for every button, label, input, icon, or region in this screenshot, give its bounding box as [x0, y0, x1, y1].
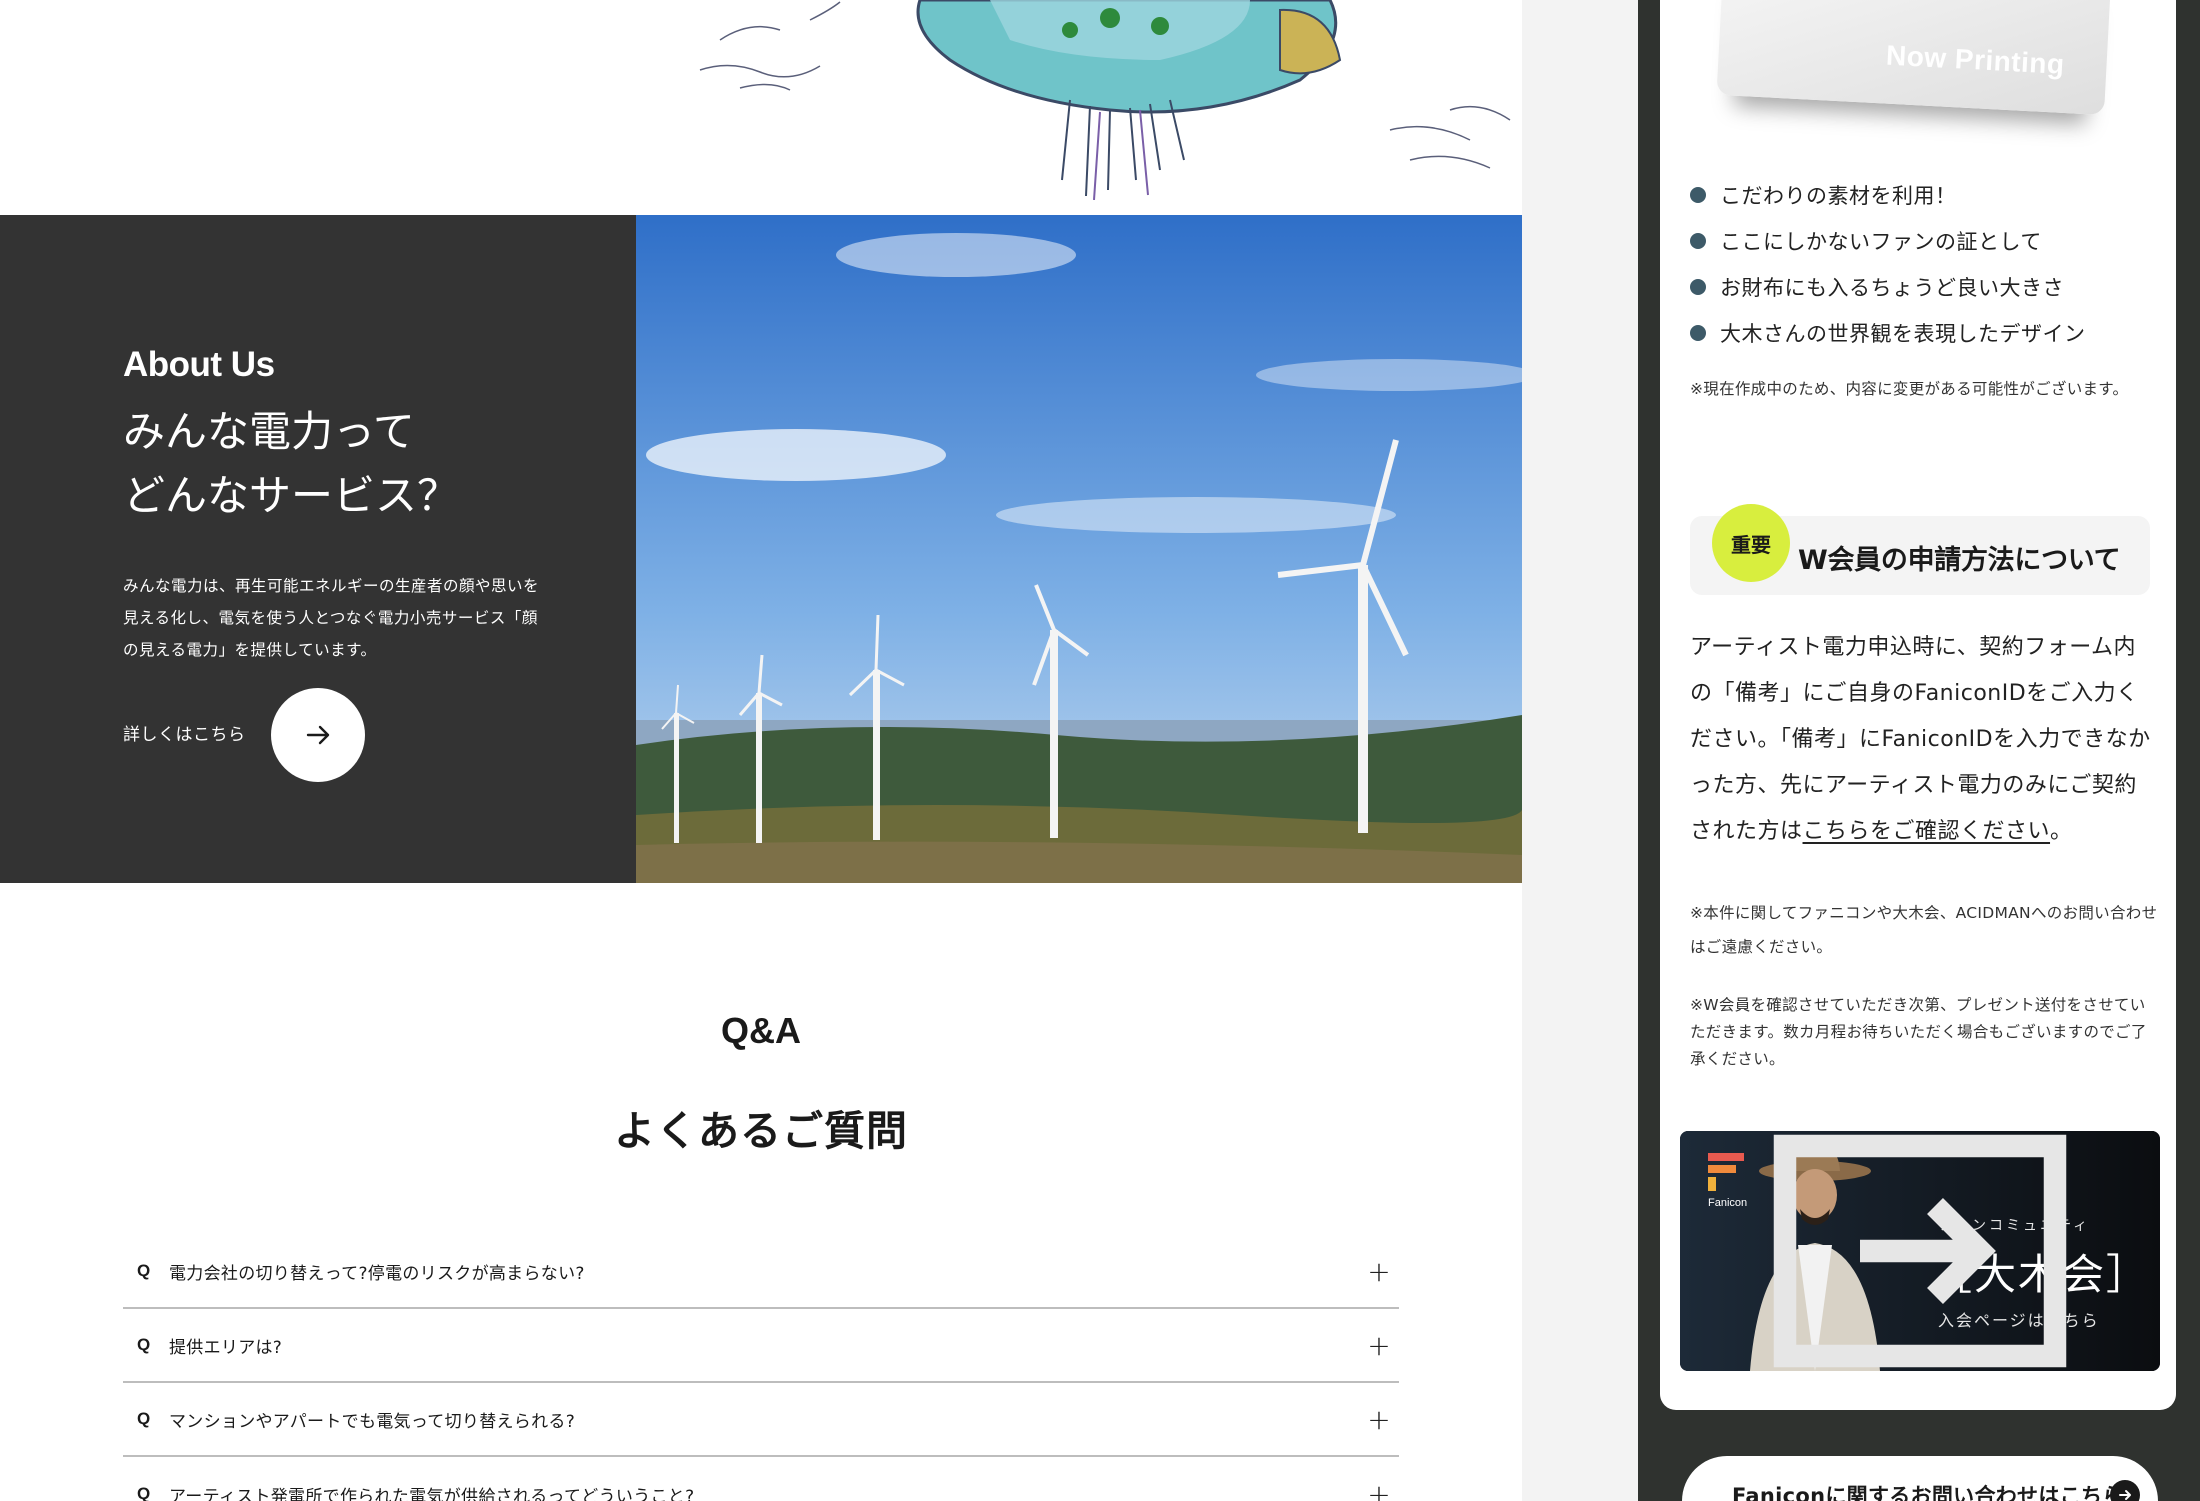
- about-title-line1: みんな電力って: [123, 407, 415, 456]
- member-card-placeholder: Now Printing: [1716, 0, 2112, 116]
- apply-instructions: アーティスト電力申込時に、契約フォーム内の「備考」にご自身のFaniconIDを…: [1690, 625, 2155, 855]
- main-content: About Us みんな電力って どんなサービス？ みんな電力は、再生可能エネル…: [0, 0, 1522, 1501]
- qa-item[interactable]: Q アーティスト発電所で作られた電気が供給されるってどういうこと? +: [123, 1457, 1399, 1501]
- external-link-icon: [1773, 1134, 2067, 1368]
- feature-item: 大木さんの世界観を表現したデザイン: [1690, 310, 2086, 356]
- about-title-line2: どんなサービス？: [123, 471, 460, 520]
- note-in-progress: ※現在作成中のため、内容に変更がある可能性がございます。: [1690, 380, 2129, 398]
- qa-question: 電力会社の切り替えって?停電のリスクが高まらない?: [169, 1263, 585, 1284]
- apply-end: 。: [2050, 819, 2073, 844]
- sidebar: Now Printing こだわりの素材を利用！ ここにしかないファンの証として…: [1638, 0, 2200, 1501]
- qa-question: アーティスト発電所で作られた電気が供給されるってどういうこと?: [169, 1486, 695, 1501]
- qa-item[interactable]: Q 提供エリアは? +: [123, 1309, 1399, 1383]
- important-heading: 重要 W会員の申請方法について: [1690, 504, 2150, 595]
- note-present: ※W会員を確認させていただき次第、プレゼント送付をさせていただきます。数カ月程お…: [1690, 996, 2147, 1068]
- about-description: みんな電力は、再生可能エネルギーの生産者の顔や思いを見える化し、電気を使う人とつ…: [123, 577, 540, 659]
- feature-text: お財布にも入るちょうど良い大きさ: [1720, 276, 2064, 300]
- feature-text: 大木さんの世界観を表現したデザイン: [1720, 322, 2086, 346]
- column-gap: [1522, 0, 1638, 1501]
- qa-q-mark: Q: [137, 1261, 151, 1280]
- confirm-link[interactable]: こちらをご確認ください: [1803, 819, 2051, 844]
- about-text-panel: About Us みんな電力って どんなサービス？ みんな電力は、再生可能エネル…: [0, 215, 636, 883]
- feature-item: こだわりの素材を利用！: [1690, 172, 2086, 218]
- bullet-icon: [1690, 233, 1706, 249]
- bullet-icon: [1690, 325, 1706, 341]
- qa-q-mark: Q: [137, 1484, 151, 1501]
- contact-label: Faniconに関するお問い合わせはこちら: [1732, 1484, 2124, 1501]
- about-section: About Us みんな電力って どんなサービス？ みんな電力は、再生可能エネル…: [0, 215, 1522, 883]
- sidebar-card: Now Printing こだわりの素材を利用！ ここにしかないファンの証として…: [1660, 0, 2176, 1410]
- bullet-icon: [1690, 187, 1706, 203]
- feature-item: お財布にも入るちょうど良い大きさ: [1690, 264, 2086, 310]
- about-more-button[interactable]: [271, 688, 365, 782]
- qa-item[interactable]: Q 電力会社の切り替えって?停電のリスクが高まらない? +: [123, 1235, 1399, 1309]
- bullet-icon: [1690, 279, 1706, 295]
- floating-island-illustration: [690, 0, 1522, 200]
- important-badge: 重要: [1712, 504, 1790, 582]
- feature-text: ここにしかないファンの証として: [1720, 230, 2042, 254]
- now-printing-label: Now Printing: [1885, 39, 2066, 80]
- important-title: W会員の申請方法について: [1798, 545, 2121, 576]
- qa-title: よくあるご質問: [614, 1107, 908, 1155]
- qa-question: マンションやアパートでも電気って切り替えられる?: [169, 1411, 576, 1432]
- plus-icon[interactable]: +: [1359, 1478, 1399, 1501]
- plus-icon[interactable]: +: [1359, 1329, 1399, 1362]
- qa-question: 提供エリアは?: [169, 1337, 283, 1358]
- qa-item[interactable]: Q マンションやアパートでも電気って切り替えられる? +: [123, 1383, 1399, 1457]
- apply-text: アーティスト電力申込時に、契約フォーム内の「備考」にご自身のFaniconIDを…: [1690, 635, 2151, 844]
- qa-q-mark: Q: [137, 1409, 151, 1428]
- plus-icon[interactable]: +: [1359, 1255, 1399, 1288]
- plus-icon[interactable]: +: [1359, 1403, 1399, 1436]
- feature-list: こだわりの素材を利用！ ここにしかないファンの証として お財布にも入るちょうど良…: [1690, 172, 2086, 356]
- qa-list: Q 電力会社の切り替えって?停電のリスクが高まらない? + Q 提供エリアは? …: [123, 1235, 1399, 1501]
- note-inquiry: ※本件に関してファニコンや大木会、ACIDMANへのお問い合わせはご遠慮ください…: [1690, 904, 2158, 956]
- wind-turbines-photo: [636, 215, 1522, 883]
- ohkikai-banner[interactable]: Fanicon ファンコミュニティ ［大木会］ 入会ページはこちら: [1680, 1131, 2160, 1371]
- feature-text: こだわりの素材を利用！: [1720, 184, 1957, 208]
- contact-button[interactable]: Faniconに関するお問い合わせはこちら: [1682, 1456, 2158, 1501]
- about-more-link[interactable]: 詳しくはこちら: [123, 688, 246, 782]
- arrow-right-circle-icon: [2110, 1480, 2140, 1501]
- qa-en-label: Q&A: [721, 1010, 801, 1051]
- arrow-right-icon: [306, 725, 330, 745]
- qa-q-mark: Q: [137, 1335, 151, 1354]
- about-title: みんな電力って どんなサービス？: [123, 400, 459, 528]
- about-en-label: About Us: [123, 345, 275, 384]
- feature-item: ここにしかないファンの証として: [1690, 218, 2086, 264]
